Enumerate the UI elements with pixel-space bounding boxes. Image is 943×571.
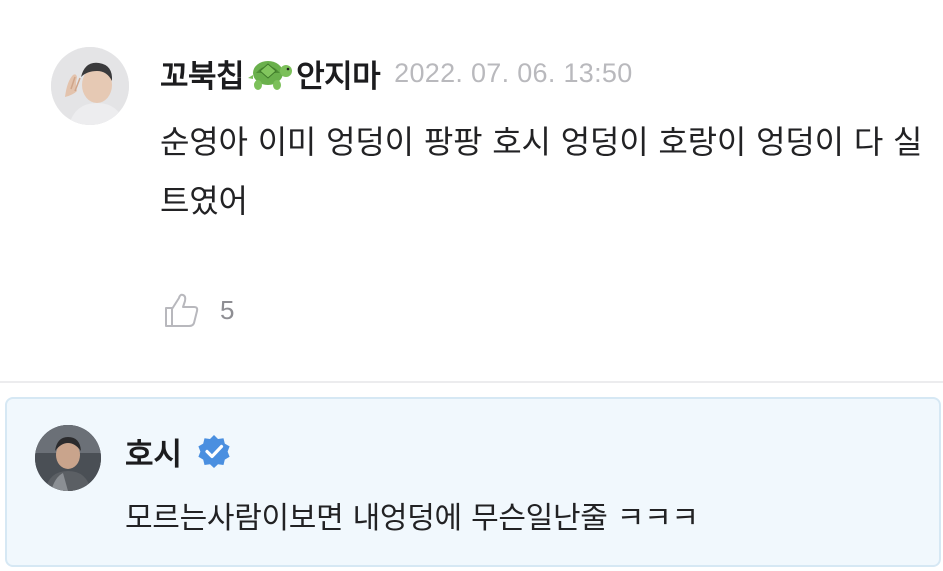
divider — [0, 381, 943, 383]
comment-timestamp: 2022. 07. 06. 13:50 — [394, 57, 633, 88]
reply-header: 호시 — [125, 429, 232, 473]
reply-body: 모르는사람이보면 내엉덩에 무슨일난줄 ㅋㅋㅋ — [125, 501, 699, 536]
like-button[interactable]: 5 — [162, 290, 234, 330]
avatar[interactable] — [35, 425, 101, 491]
comment-header: 꼬북칩 안지마 2022. 07. 06. 13:50 — [160, 50, 633, 96]
reply-author-name[interactable]: 호시 — [125, 429, 182, 474]
author-name-suffix[interactable]: 안지마 — [296, 51, 381, 96]
thumbs-up-icon[interactable] — [162, 290, 202, 330]
verified-badge-icon — [198, 435, 230, 468]
avatar-photo — [51, 47, 129, 125]
like-count: 5 — [220, 294, 235, 325]
comment-thread: 꼬북칩 안지마 2022. 07. 06. 13:50 순영아 이미 엉덩이 팡… — [0, 0, 943, 571]
turtle-icon — [246, 51, 294, 95]
author-name[interactable]: 꼬북칩 — [160, 51, 245, 96]
avatar[interactable] — [51, 47, 129, 125]
comment-item: 꼬북칩 안지마 2022. 07. 06. 13:50 순영아 이미 엉덩이 팡… — [0, 0, 943, 382]
comment-body: 순영아 이미 엉덩이 팡팡 호시 엉덩이 호랑이 엉덩이 다 실트였어 — [160, 123, 923, 220]
avatar-photo — [35, 425, 101, 491]
reply-item: 호시 모르는사람이보면 내엉덩에 무슨일난줄 ㅋㅋㅋ — [5, 397, 941, 567]
